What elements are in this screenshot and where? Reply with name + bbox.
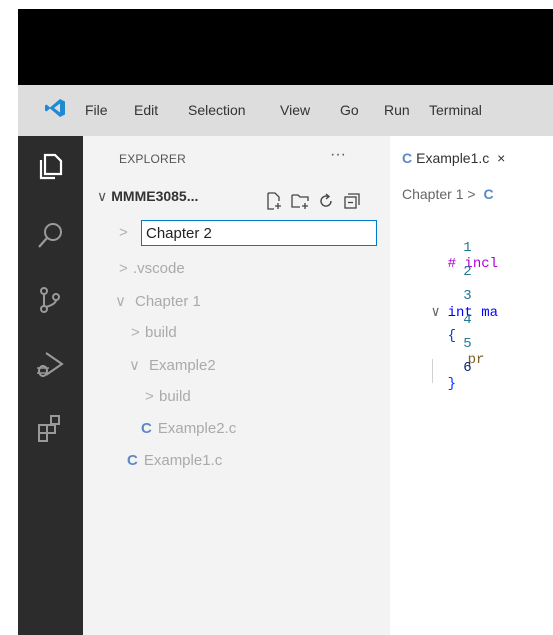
chevron-right-icon: > [145, 388, 154, 405]
explorer-title: EXPLORER [119, 152, 186, 166]
rename-input[interactable] [142, 221, 376, 246]
tree-item-example1-c[interactable]: C Example1.c [127, 452, 222, 469]
tree-item-label: build [145, 324, 177, 341]
tree-item-example2-c[interactable]: C Example2.c [141, 420, 236, 437]
tree-item-label: Example2 [149, 357, 216, 374]
breadcrumb: Chapter 1 > C [402, 186, 500, 202]
refresh-icon[interactable] [317, 192, 335, 210]
new-folder-icon[interactable] [291, 192, 309, 210]
tree-item-build[interactable]: > build [131, 324, 177, 341]
menu-view[interactable]: View [280, 102, 310, 118]
tree-item-chapter1[interactable]: ∨ Chapter 1 [115, 292, 201, 310]
chevron-right-icon: > [119, 224, 128, 241]
tab-label: Example1.c [416, 150, 490, 166]
activity-bar [18, 136, 83, 635]
tree-item-label: build [159, 388, 191, 405]
line-number: 6 [463, 360, 472, 376]
tree-item-label: Example2.c [157, 420, 237, 437]
run-debug-icon[interactable] [34, 348, 66, 380]
c-file-icon: C [402, 150, 413, 166]
tab-example1-c[interactable]: C Example1.c × [390, 136, 553, 176]
menu-selection[interactable]: Selection [188, 102, 246, 118]
tree-item-build-nested[interactable]: > build [145, 388, 191, 405]
tree-item-label: .vscode [133, 260, 185, 277]
c-file-icon: C [483, 186, 494, 202]
vscode-logo-icon [45, 99, 65, 117]
breadcrumb-folder[interactable]: Chapter 1 > [402, 186, 476, 202]
more-actions-button[interactable]: ··· [330, 146, 346, 164]
search-icon[interactable] [34, 220, 66, 252]
tree-item-label: Chapter 1 [135, 293, 201, 310]
code-line[interactable]: 6 } [390, 344, 472, 408]
chevron-right-icon: > [119, 260, 128, 277]
menu-terminal[interactable]: Terminal [429, 102, 482, 118]
workspace-folder-name: MMME3085... [111, 188, 199, 204]
menu-edit[interactable]: Edit [134, 102, 158, 118]
collapse-all-icon[interactable] [343, 192, 361, 210]
close-icon[interactable]: × [497, 150, 505, 166]
tree-item-label: Example1.c [143, 452, 223, 469]
menu-run[interactable]: Run [384, 102, 410, 118]
tree-item-vscode[interactable]: > .vscode [119, 260, 185, 277]
explorer-icon[interactable] [34, 150, 66, 182]
source-control-icon[interactable] [34, 284, 66, 316]
chevron-down-icon: ∨ [129, 357, 140, 374]
menu-go[interactable]: Go [340, 102, 359, 118]
c-file-icon: C [127, 452, 138, 469]
new-file-icon[interactable] [265, 192, 283, 210]
title-bar [18, 9, 553, 85]
editor-area: C Example1.c × Chapter 1 > C 1 # incl 2 3… [390, 136, 553, 635]
menu-file[interactable]: File [85, 102, 108, 118]
menu-bar: File Edit Selection View Go Run Terminal [18, 85, 553, 136]
rename-box [141, 220, 377, 246]
workspace-folder-header[interactable]: ∨ MMME3085... [97, 188, 198, 205]
tree-item-example2[interactable]: ∨ Example2 [129, 356, 216, 374]
chevron-down-icon: ∨ [97, 188, 108, 204]
explorer-sidebar: EXPLORER ··· ∨MMME3085... > >.vscode ∨Ch… [83, 136, 390, 635]
extensions-icon[interactable] [34, 412, 66, 444]
c-file-icon: C [141, 420, 152, 437]
chevron-right-icon: > [131, 324, 140, 341]
chevron-down-icon: ∨ [115, 293, 126, 310]
code-text: } [447, 376, 457, 392]
